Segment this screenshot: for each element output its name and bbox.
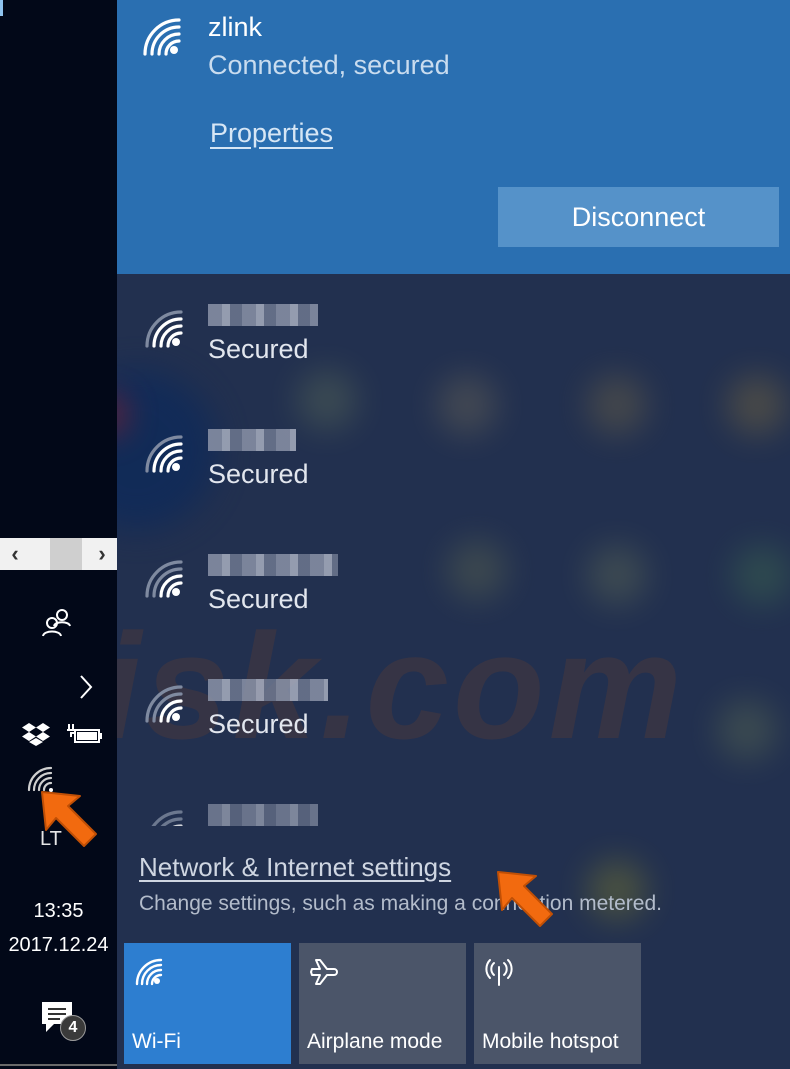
mobile-hotspot-tile[interactable]: Mobile hotspot <box>474 943 641 1064</box>
callout-arrow-tray <box>41 791 97 847</box>
network-ssid-redacted <box>208 679 328 701</box>
network-status: Secured <box>208 334 309 364</box>
settings-description: Change settings, such as making a connec… <box>139 892 662 915</box>
network-status: Secured <box>208 459 309 489</box>
scroll-thumb[interactable] <box>50 538 82 570</box>
wifi-signal-icon <box>143 18 181 56</box>
network-list-item[interactable] <box>117 782 790 826</box>
network-status: Secured <box>208 709 309 739</box>
airplane-icon <box>310 959 338 985</box>
hotspot-icon <box>485 959 513 986</box>
tile-label: Wi-Fi <box>132 1030 181 1053</box>
taskbar: ‹ › LT 13:35 2017.12.24 4 <box>0 0 117 1069</box>
network-ssid-redacted <box>208 554 338 576</box>
people-icon[interactable] <box>40 606 74 640</box>
properties-link[interactable]: Properties <box>210 118 333 149</box>
wifi-icon <box>135 958 163 986</box>
connected-network-status: Connected, secured <box>208 50 450 80</box>
network-list-item[interactable]: Secured <box>117 532 790 632</box>
notification-count-badge: 4 <box>60 1015 86 1041</box>
wifi-signal-icon <box>145 685 183 723</box>
connected-network-name: zlink <box>208 12 263 42</box>
network-list-item[interactable]: Secured <box>117 407 790 507</box>
show-hidden-icons-chevron-icon[interactable] <box>76 672 96 702</box>
network-list-item[interactable]: Secured <box>117 282 790 382</box>
callout-arrow-settings <box>497 871 553 927</box>
battery-charging-icon[interactable] <box>66 722 102 746</box>
wifi-signal-icon <box>151 810 183 826</box>
taskbar-corner-indicator <box>0 0 3 16</box>
tile-label: Mobile hotspot <box>482 1030 619 1053</box>
taskbar-scroller[interactable]: ‹ › <box>0 538 117 570</box>
disconnect-button[interactable]: Disconnect <box>498 187 779 247</box>
connected-network-panel[interactable]: zlink Connected, secured Properties Disc… <box>117 0 790 274</box>
taskbar-bottom-edge <box>0 1064 117 1066</box>
network-list-item[interactable]: Secured <box>117 657 790 757</box>
clock-time[interactable]: 13:35 <box>0 900 117 923</box>
clock-date[interactable]: 2017.12.24 <box>0 934 117 957</box>
network-flyout: risk.com zlink Connected, secured Proper… <box>117 0 790 1069</box>
tile-label: Airplane mode <box>307 1030 443 1053</box>
action-center-button[interactable]: 4 <box>40 1000 88 1044</box>
wifi-signal-icon <box>145 560 183 598</box>
scroll-right-button[interactable]: › <box>87 538 117 570</box>
network-status: Secured <box>208 584 309 614</box>
network-ssid-redacted <box>208 429 296 451</box>
network-ssid-redacted <box>208 804 318 826</box>
wifi-signal-icon <box>145 310 183 348</box>
network-ssid-redacted <box>208 304 318 326</box>
quick-actions: Wi-Fi Airplane mode Mobile hotspot <box>124 943 641 1064</box>
dropbox-icon[interactable] <box>22 722 50 746</box>
wifi-signal-icon <box>145 435 183 473</box>
airplane-mode-tile[interactable]: Airplane mode <box>299 943 466 1064</box>
wifi-toggle-tile[interactable]: Wi-Fi <box>124 943 291 1064</box>
scroll-left-button[interactable]: ‹ <box>0 538 30 570</box>
network-internet-settings-link[interactable]: Network & Internet settings <box>139 852 451 883</box>
